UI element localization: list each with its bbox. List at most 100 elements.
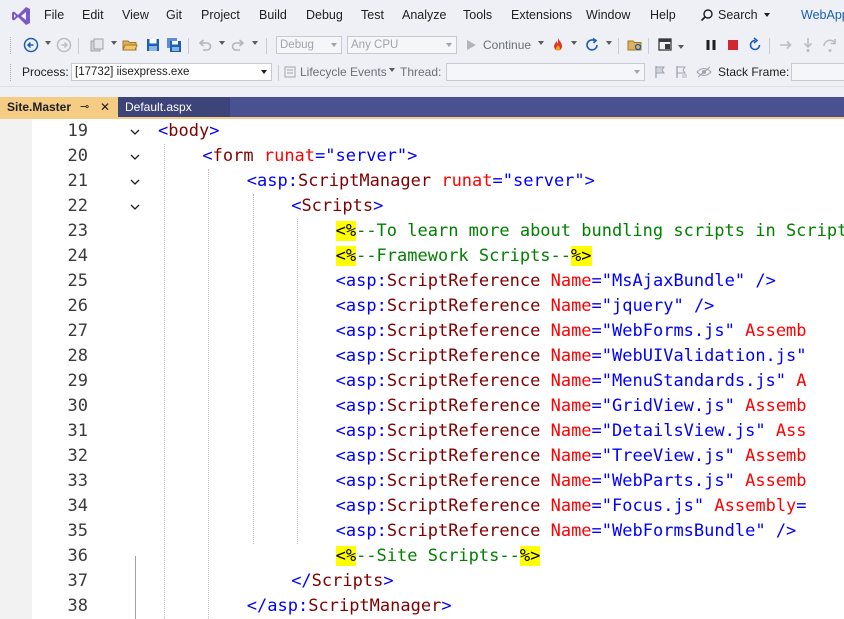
save-all-icon[interactable]: [165, 36, 183, 54]
lifecycle-dropdown-arrow[interactable]: [389, 68, 395, 72]
code-line[interactable]: 26 <asp:ScriptReference Name="jquery" />: [0, 294, 844, 319]
process-label: Process:: [22, 65, 69, 79]
continue-dropdown-arrow[interactable]: [538, 41, 544, 45]
code-line[interactable]: 27 <asp:ScriptReference Name="WebForms.js…: [0, 319, 844, 344]
lifecycle-events-icon[interactable]: [281, 63, 299, 81]
refresh-icon[interactable]: [583, 36, 601, 54]
continue-button[interactable]: Continue: [483, 38, 531, 52]
code-line[interactable]: 19 <body>: [0, 119, 844, 144]
back-dropdown-arrow[interactable]: [45, 41, 51, 45]
open-folder-icon[interactable]: [121, 36, 139, 54]
menu-analyze[interactable]: Analyze: [402, 8, 446, 22]
search-box[interactable]: Search: [700, 4, 770, 26]
code-line[interactable]: 24 <%--Framework Scripts--%>: [0, 244, 844, 269]
step-over-icon[interactable]: [821, 36, 839, 54]
show-next-statement-icon[interactable]: [777, 36, 795, 54]
stack-frame-select[interactable]: [791, 63, 844, 81]
code-line[interactable]: 36 <%--Site Scripts--%>: [0, 544, 844, 569]
menu-tools[interactable]: Tools: [463, 8, 492, 22]
menu-window[interactable]: Window: [586, 8, 630, 22]
window-layout-icon[interactable]: [656, 36, 674, 54]
code-line[interactable]: 29 <asp:ScriptReference Name="MenuStandar…: [0, 369, 844, 394]
menu-build[interactable]: Build: [259, 8, 287, 22]
line-number: 29: [67, 371, 88, 391]
code-line[interactable]: 23 <%--To learn more about bundling scrip…: [0, 219, 844, 244]
menu-extensions[interactable]: Extensions: [511, 8, 572, 22]
code-punctuation: <: [335, 396, 346, 416]
restart-icon[interactable]: [746, 36, 764, 54]
redo-icon[interactable]: [229, 36, 247, 54]
toolbar-grip[interactable]: [10, 64, 14, 81]
stop-debugging-icon[interactable]: [724, 36, 742, 54]
menu-help[interactable]: Help: [650, 8, 676, 22]
collapse-chevron-icon[interactable]: [130, 202, 140, 212]
code-line[interactable]: 28 <asp:ScriptReference Name="WebUIValida…: [0, 344, 844, 369]
continue-play-icon[interactable]: [462, 36, 480, 54]
redo-dropdown-arrow[interactable]: [252, 41, 258, 45]
code-line[interactable]: 30 <asp:ScriptReference Name="GridView.js…: [0, 394, 844, 419]
hot-reload-dropdown-arrow[interactable]: [571, 41, 577, 45]
solution-platform-select[interactable]: Any CPU: [347, 36, 457, 54]
navigate-back-icon[interactable]: [22, 36, 40, 54]
collapse-chevron-icon[interactable]: [130, 177, 140, 187]
tab-default-aspx[interactable]: Default.aspx: [118, 97, 230, 117]
tab-label: Default.aspx: [125, 100, 192, 114]
code-editor[interactable]: 19 <body> 20 <form runat="server"> 21 <asp:Sc…: [0, 119, 844, 619]
menu-view[interactable]: View: [122, 8, 149, 22]
new-dropdown-arrow[interactable]: [111, 41, 117, 45]
code-line[interactable]: 21 <asp:ScriptManager runat="server">: [0, 169, 844, 194]
collapse-chevron-icon[interactable]: [130, 127, 140, 137]
tab-site-master[interactable]: Site.Master ⊸ ✕: [0, 97, 118, 117]
visual-studio-logo-icon[interactable]: [10, 5, 32, 27]
undo-icon[interactable]: [196, 36, 214, 54]
code-line[interactable]: 31 <asp:ScriptReference Name="DetailsView…: [0, 419, 844, 444]
process-select[interactable]: [17732] iisexpress.exe: [71, 63, 272, 81]
menu-edit[interactable]: Edit: [82, 8, 104, 22]
code-line[interactable]: 33 <asp:ScriptReference Name="WebParts.js…: [0, 469, 844, 494]
line-number: 28: [67, 346, 88, 366]
menu-debug[interactable]: Debug: [306, 8, 343, 22]
navigate-forward-icon[interactable]: [55, 36, 73, 54]
code-line[interactable]: 34 <asp:ScriptReference Name="Focus.js" A…: [0, 494, 844, 519]
code-line[interactable]: 35 <asp:ScriptReference Name="WebFormsBun…: [0, 519, 844, 544]
menu-test[interactable]: Test: [361, 8, 384, 22]
menu-git[interactable]: Git: [166, 8, 182, 22]
code-line[interactable]: 37 </Scripts>: [0, 569, 844, 594]
pin-icon[interactable]: ⊸: [80, 97, 89, 117]
lifecycle-events-button[interactable]: Lifecycle Events: [300, 65, 387, 79]
step-into-icon[interactable]: [799, 36, 817, 54]
new-project-icon[interactable]: [88, 36, 106, 54]
search-label: Search: [718, 8, 758, 22]
close-icon[interactable]: ✕: [100, 97, 110, 117]
hot-reload-flame-icon[interactable]: [549, 36, 567, 54]
toolbar-overflow-arrow[interactable]: [678, 45, 684, 49]
code-punctuation: :: [376, 371, 387, 391]
code-line[interactable]: 25 <asp:ScriptReference Name="MsAjaxBundl…: [0, 269, 844, 294]
solution-configuration-select[interactable]: Debug: [276, 36, 342, 54]
thread-select[interactable]: [446, 63, 645, 81]
flag-threads-icon[interactable]: [672, 63, 690, 81]
solution-explorer-icon[interactable]: [626, 36, 644, 54]
break-all-pause-icon[interactable]: [702, 36, 720, 54]
code-line[interactable]: 20 <form runat="server">: [0, 144, 844, 169]
line-number: 30: [67, 396, 88, 416]
toolbar-separator: [278, 65, 279, 81]
hide-threads-icon[interactable]: [695, 63, 713, 81]
refresh-dropdown-arrow[interactable]: [606, 41, 612, 45]
menu-file[interactable]: File: [44, 8, 64, 22]
code-line[interactable]: 38 </asp:ScriptManager>: [0, 594, 844, 619]
undo-dropdown-arrow[interactable]: [219, 41, 225, 45]
collapse-chevron-icon[interactable]: [130, 152, 140, 162]
code-punctuation: <: [335, 496, 346, 516]
code-text: <asp:ScriptReference Name="MenuStandards…: [336, 369, 807, 394]
menu-project[interactable]: Project: [201, 8, 240, 22]
code-line[interactable]: 32 <asp:ScriptReference Name="TreeView.js…: [0, 444, 844, 469]
code-line[interactable]: 22 <Scripts>: [0, 194, 844, 219]
toolbar-grip[interactable]: [10, 37, 14, 54]
code-punctuation: <: [246, 171, 258, 191]
thread-label: Thread:: [400, 65, 442, 79]
flag-thread-icon[interactable]: [651, 63, 669, 81]
save-icon[interactable]: [144, 36, 162, 54]
